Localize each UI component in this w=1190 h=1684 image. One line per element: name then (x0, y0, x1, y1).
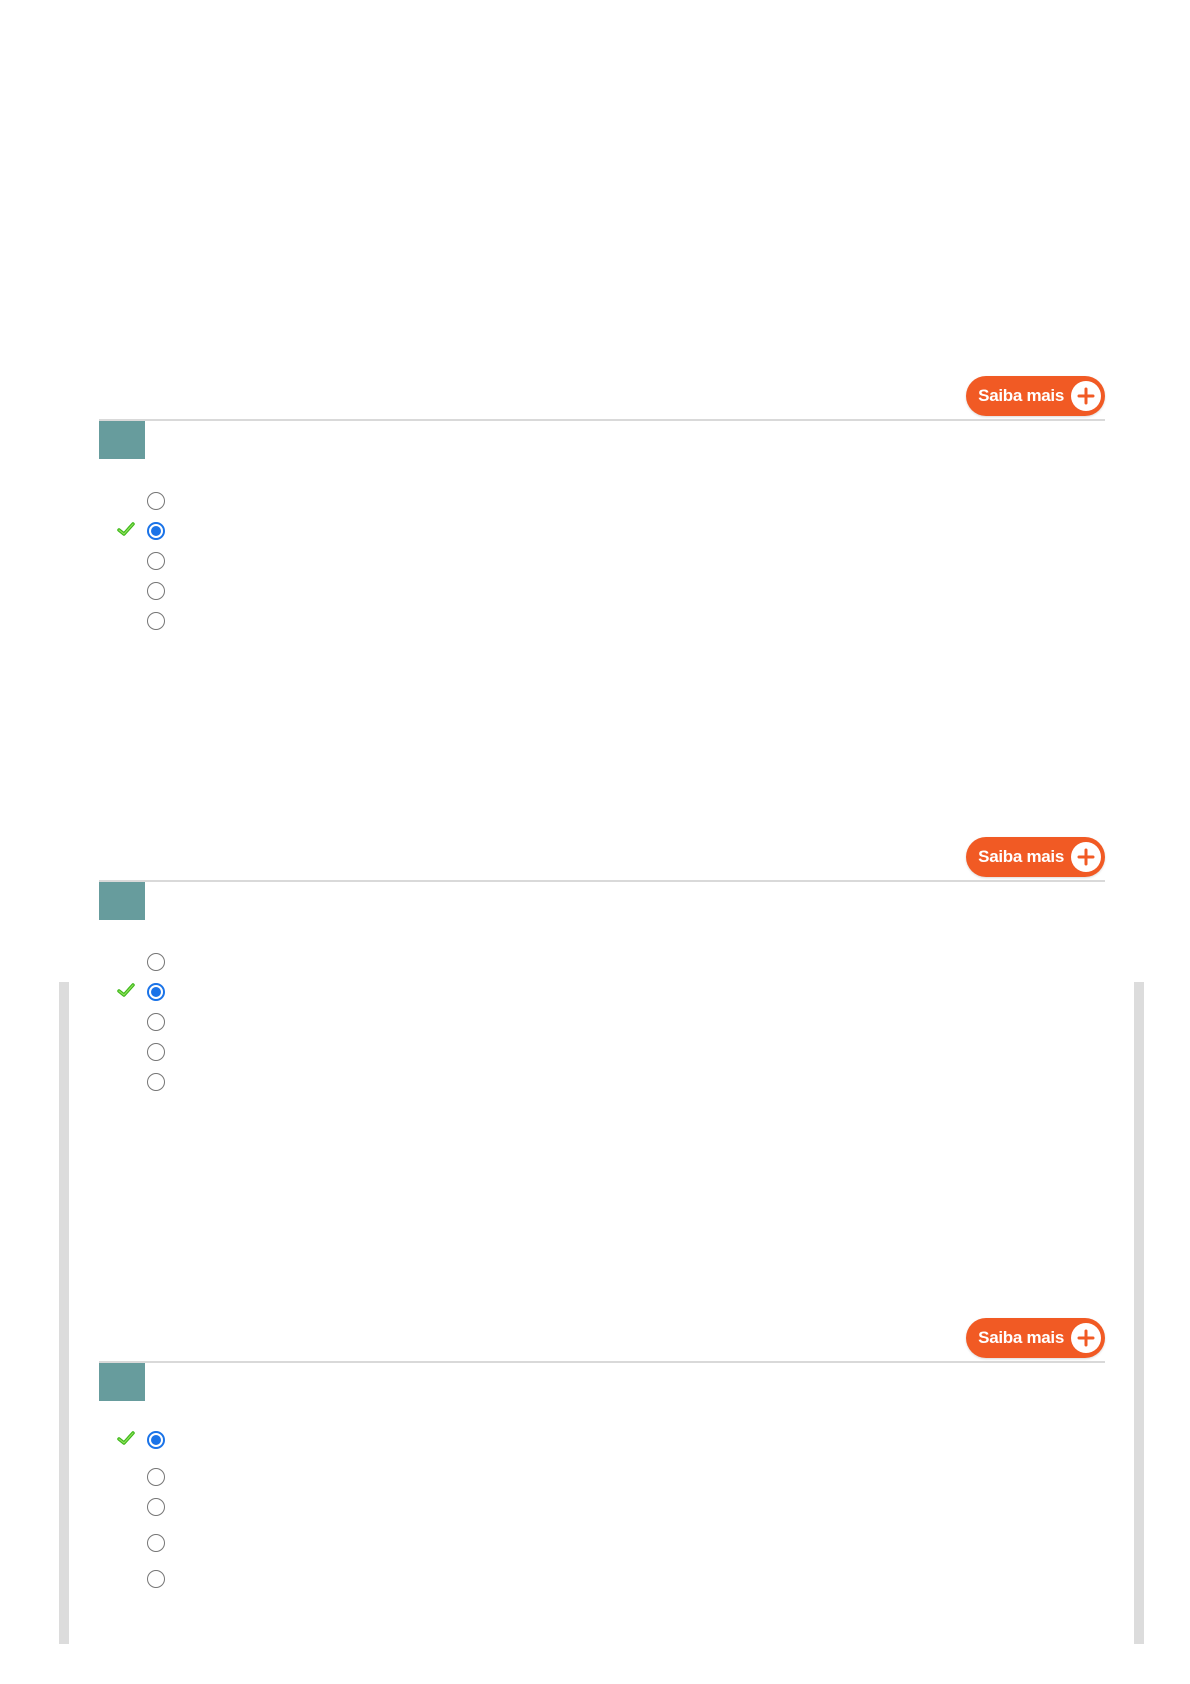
question-number-badge (99, 421, 145, 459)
answer-option[interactable] (99, 520, 499, 544)
left-scroll-track (59, 982, 69, 1644)
option-radio[interactable] (147, 552, 165, 570)
answer-option[interactable] (99, 1011, 499, 1035)
question-block: Saiba mais (99, 376, 1105, 636)
answer-option[interactable] (99, 951, 499, 975)
saiba-mais-label: Saiba mais (978, 386, 1064, 405)
option-radio[interactable] (147, 1431, 165, 1449)
option-radio[interactable] (147, 582, 165, 600)
answer-option[interactable] (99, 981, 499, 1005)
answer-option[interactable] (99, 1568, 499, 1592)
question-block: Saiba mais (99, 837, 1105, 1097)
correct-check-icon (117, 983, 135, 997)
option-radio[interactable] (147, 1013, 165, 1031)
answer-option[interactable] (99, 1466, 499, 1490)
option-radio[interactable] (147, 953, 165, 971)
answer-option[interactable] (99, 1532, 499, 1556)
plus-icon (1071, 1323, 1101, 1353)
question-number-badge (99, 882, 145, 920)
answer-option[interactable] (99, 610, 499, 634)
option-radio[interactable] (147, 1468, 165, 1486)
correct-check-icon (117, 522, 135, 536)
question-divider (99, 1361, 1105, 1363)
option-radio[interactable] (147, 522, 165, 540)
answer-option[interactable] (99, 1429, 499, 1453)
plus-icon (1071, 842, 1101, 872)
question-divider (99, 419, 1105, 421)
question-number-badge (99, 1363, 145, 1401)
question-divider (99, 880, 1105, 882)
option-radio[interactable] (147, 983, 165, 1001)
option-radio[interactable] (147, 1073, 165, 1091)
option-radio[interactable] (147, 492, 165, 510)
saiba-mais-button[interactable]: Saiba mais (966, 1318, 1105, 1358)
option-radio[interactable] (147, 612, 165, 630)
answer-option[interactable] (99, 1496, 499, 1520)
correct-check-icon (117, 1431, 135, 1445)
option-radio[interactable] (147, 1534, 165, 1552)
saiba-mais-label: Saiba mais (978, 1328, 1064, 1347)
answer-option[interactable] (99, 580, 499, 604)
answer-option[interactable] (99, 1071, 499, 1095)
option-radio[interactable] (147, 1498, 165, 1516)
right-scroll-track (1134, 982, 1144, 1644)
saiba-mais-button[interactable]: Saiba mais (966, 376, 1105, 416)
saiba-mais-button[interactable]: Saiba mais (966, 837, 1105, 877)
answer-option[interactable] (99, 490, 499, 514)
question-block: Saiba mais (99, 1318, 1105, 1598)
answer-option[interactable] (99, 550, 499, 574)
saiba-mais-label: Saiba mais (978, 847, 1064, 866)
answer-option[interactable] (99, 1041, 499, 1065)
option-radio[interactable] (147, 1043, 165, 1061)
plus-icon (1071, 381, 1101, 411)
option-radio[interactable] (147, 1570, 165, 1588)
